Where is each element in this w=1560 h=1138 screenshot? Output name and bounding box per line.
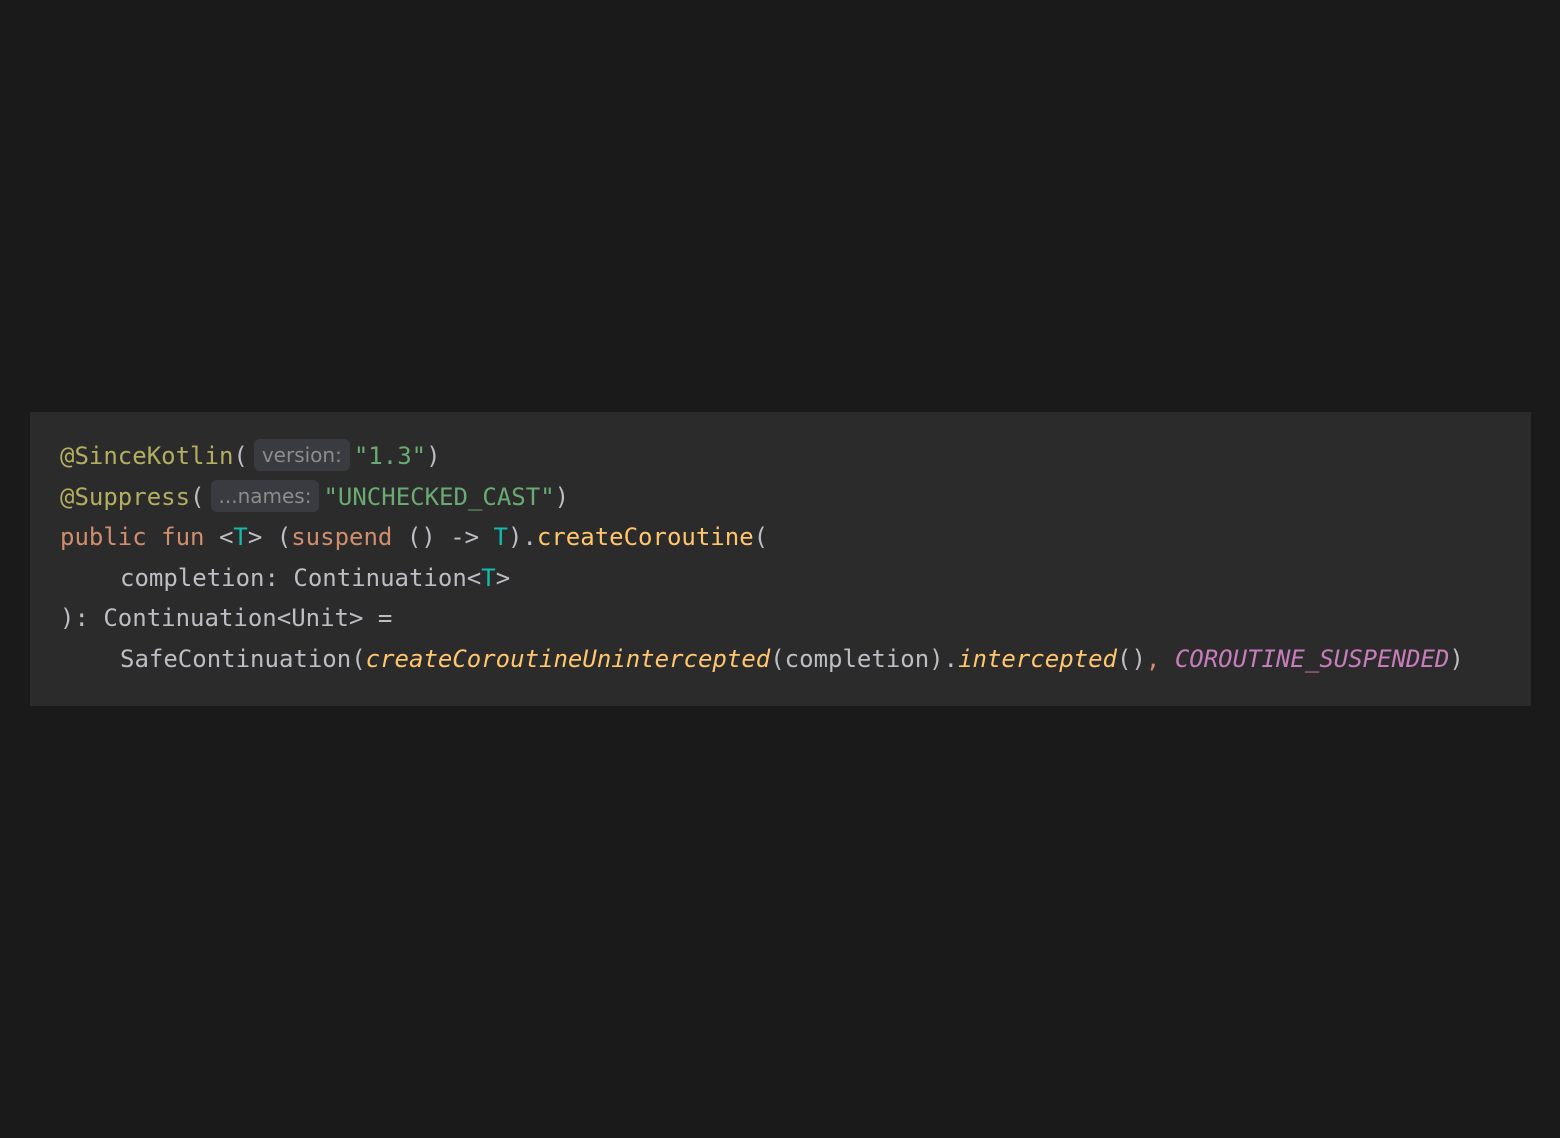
parameter-hint: ...names: xyxy=(210,479,320,512)
code-token: (completion). xyxy=(770,644,959,673)
code-token: @SinceKotlin xyxy=(60,442,234,470)
code-token: T xyxy=(493,523,508,552)
code-token: ). xyxy=(508,523,537,552)
code-token: ): Continuation<Unit> = xyxy=(60,604,393,633)
code-token: ) xyxy=(554,482,570,511)
code-token: > xyxy=(495,563,511,592)
code-token: ) xyxy=(426,442,441,470)
code-line[interactable]: @SinceKotlin(version: "1.3") xyxy=(60,436,1531,477)
code-token: fun xyxy=(161,523,205,552)
code-token: intercepted xyxy=(958,644,1118,673)
code-line[interactable]: completion: Continuation<T> xyxy=(60,558,1531,599)
code-token: SafeContinuation( xyxy=(120,644,366,673)
code-token: completion: Continuation< xyxy=(120,563,482,592)
code-token: COROUTINE_SUSPENDED xyxy=(1174,644,1450,673)
code-line[interactable]: @Suppress(...names: "UNCHECKED_CAST") xyxy=(60,477,1531,518)
code-token: "UNCHECKED_CAST" xyxy=(323,482,555,511)
code-token: @Suppress xyxy=(60,482,191,511)
code-token: < xyxy=(204,523,234,552)
code-token: T xyxy=(481,563,496,592)
code-token: createCoroutineUnintercepted xyxy=(365,644,771,673)
code-token: ( xyxy=(753,523,769,552)
code-token: ( xyxy=(190,482,205,511)
code-token: () xyxy=(1117,644,1146,673)
code-editor-panel[interactable]: @SinceKotlin(version: "1.3") @Suppress(...… xyxy=(30,412,1531,706)
code-line[interactable]: ): Continuation<Unit> = xyxy=(60,598,1531,639)
code-line[interactable]: SafeContinuation(createCoroutineUninterc… xyxy=(60,639,1531,680)
code-token: suspend xyxy=(291,523,393,552)
code-token: "1.3" xyxy=(353,442,427,470)
code-token: > ( xyxy=(247,523,292,552)
code-token: T xyxy=(233,523,248,552)
code-lines: @SinceKotlin(version: "1.3") @Suppress(...… xyxy=(60,436,1531,680)
code-token: ( xyxy=(233,442,248,470)
code-token: () -> xyxy=(392,523,494,552)
parameter-hint: version: xyxy=(253,439,350,471)
code-line[interactable]: public fun <T> (suspend () -> T).createC… xyxy=(60,517,1531,558)
code-token: createCoroutine xyxy=(536,523,754,552)
code-token: ) xyxy=(1449,644,1464,673)
code-token: , xyxy=(1145,644,1175,673)
code-token: public xyxy=(60,523,147,552)
